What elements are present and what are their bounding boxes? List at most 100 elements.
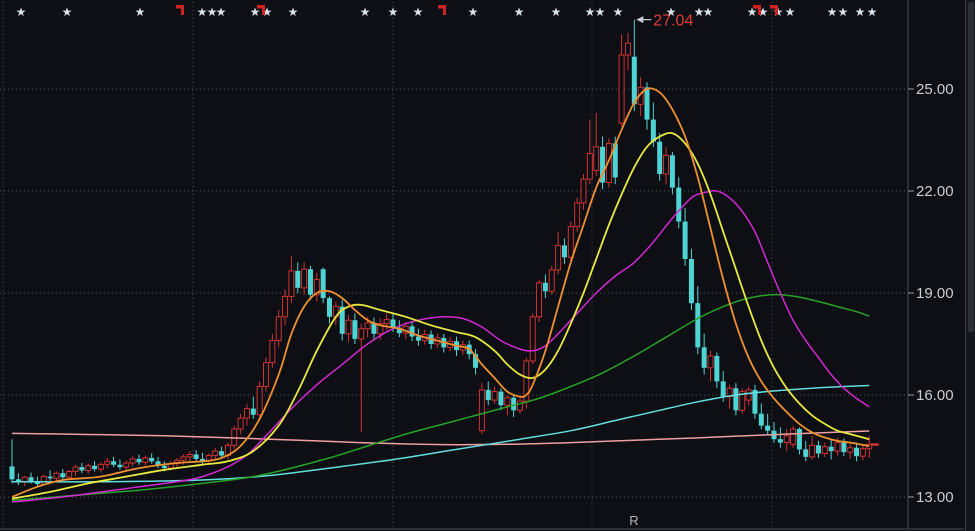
candle-body xyxy=(104,460,111,465)
event-star-icon[interactable]: ★ xyxy=(216,5,227,19)
candle-body xyxy=(111,461,117,465)
ma-line-magenta xyxy=(11,189,870,503)
candle-body xyxy=(327,298,332,317)
event-star-icon[interactable]: ★ xyxy=(666,5,677,19)
candle-body xyxy=(263,362,269,388)
candle-body xyxy=(580,178,587,204)
candle-body xyxy=(219,451,225,456)
right-scrollbar[interactable] xyxy=(965,0,975,531)
candle-body xyxy=(733,388,739,411)
candle-body xyxy=(275,316,282,342)
y-axis-label: 16.00 xyxy=(916,387,954,404)
candle-body xyxy=(682,221,688,259)
candle-body xyxy=(676,187,682,222)
candle-body xyxy=(72,466,79,472)
candle-body xyxy=(307,269,313,295)
candle-body xyxy=(28,477,34,482)
candle-body xyxy=(212,450,219,457)
event-star-icon[interactable]: ★ xyxy=(16,5,27,19)
candle-body xyxy=(97,463,104,470)
last-price-dash xyxy=(870,443,879,446)
candle-body xyxy=(269,340,276,364)
candle-body xyxy=(586,153,593,180)
candles-layer[interactable] xyxy=(9,19,873,487)
candle-body xyxy=(358,328,365,340)
y-axis-label: 13.00 xyxy=(916,489,954,506)
event-star-icon[interactable]: ★ xyxy=(785,5,796,19)
event-star-icon[interactable]: ★ xyxy=(827,5,838,19)
candle-body xyxy=(491,391,498,401)
candle-body xyxy=(688,259,694,304)
event-star-icon[interactable]: ★ xyxy=(388,5,399,19)
candle-body xyxy=(193,454,199,459)
candle-body xyxy=(282,295,289,318)
event-star-icon[interactable]: ★ xyxy=(62,5,73,19)
event-star-icon[interactable]: ★ xyxy=(288,5,299,19)
candle-body xyxy=(66,471,73,478)
candle-body xyxy=(657,141,663,174)
candle-body xyxy=(237,417,244,430)
candle-body xyxy=(542,282,548,292)
event-star-icon[interactable]: ★ xyxy=(595,5,606,19)
event-flag-icon[interactable] xyxy=(438,5,446,15)
candle-body xyxy=(803,449,809,457)
event-star-icon[interactable]: ★ xyxy=(468,5,479,19)
candle-body xyxy=(821,446,828,454)
candlestick-chart[interactable]: 25.0022.0019.0016.0013.0027.04★ ★ ★ ★ ★★ ★ ★ ★ ★… xyxy=(0,0,964,531)
candle-body xyxy=(180,456,187,461)
candle-body xyxy=(758,413,764,426)
candle-body xyxy=(79,467,85,471)
candle-body xyxy=(548,269,555,292)
ma-lines xyxy=(11,87,870,503)
candle-body xyxy=(409,326,415,337)
event-markers-row[interactable]: ★★★★★★★★★★★★★★★★★★★★★★★★★★★★★ xyxy=(16,5,878,19)
candle-body xyxy=(790,428,797,445)
event-star-icon[interactable]: ★ xyxy=(413,5,424,19)
candle-body xyxy=(478,389,485,432)
event-star-icon[interactable]: ★ xyxy=(855,5,866,19)
event-star-icon[interactable]: ★ xyxy=(551,5,562,19)
candle-body xyxy=(504,397,511,406)
y-axis-label: 22.00 xyxy=(916,183,954,200)
candle-body xyxy=(383,319,390,325)
candle-body xyxy=(129,458,136,464)
candle-body xyxy=(624,42,631,56)
candle-body xyxy=(714,355,720,382)
event-star-icon[interactable]: ★ xyxy=(135,5,146,19)
candle-body xyxy=(186,454,193,458)
candle-body xyxy=(149,457,155,462)
event-star-icon[interactable]: ★ xyxy=(360,5,371,19)
event-star-icon[interactable]: ★ xyxy=(703,5,714,19)
y-axis-label: 19.00 xyxy=(916,285,954,302)
candle-body xyxy=(783,435,790,444)
candle-body xyxy=(92,465,98,470)
event-star-icon[interactable]: ★ xyxy=(867,5,878,19)
event-star-icon[interactable]: ★ xyxy=(613,5,624,19)
candle-body xyxy=(295,270,301,288)
event-star-icon[interactable]: ★ xyxy=(514,5,525,19)
candle-body xyxy=(529,316,536,362)
event-flag-icon[interactable] xyxy=(176,5,184,15)
candle-body xyxy=(47,476,53,479)
scrollbar-thumb[interactable] xyxy=(968,2,974,332)
candle-body xyxy=(720,381,726,397)
candle-body xyxy=(765,425,771,431)
event-star-icon[interactable]: ★ xyxy=(838,5,849,19)
candle-body xyxy=(555,244,562,271)
candle-body xyxy=(9,466,15,480)
candle-body xyxy=(631,56,637,105)
candle-body xyxy=(415,336,421,341)
candle-body xyxy=(288,270,295,297)
candle-body xyxy=(707,355,714,369)
candle-body xyxy=(511,397,517,411)
candle-body xyxy=(136,458,142,463)
candle-body xyxy=(53,472,60,479)
candle-body xyxy=(745,389,752,401)
candle-body xyxy=(828,446,834,452)
candle-body xyxy=(256,386,263,416)
candle-body xyxy=(85,465,92,471)
annotation-arrowhead-icon xyxy=(636,16,644,24)
candle-body xyxy=(142,457,149,463)
candle-body xyxy=(815,445,821,454)
candle-body xyxy=(364,322,371,330)
